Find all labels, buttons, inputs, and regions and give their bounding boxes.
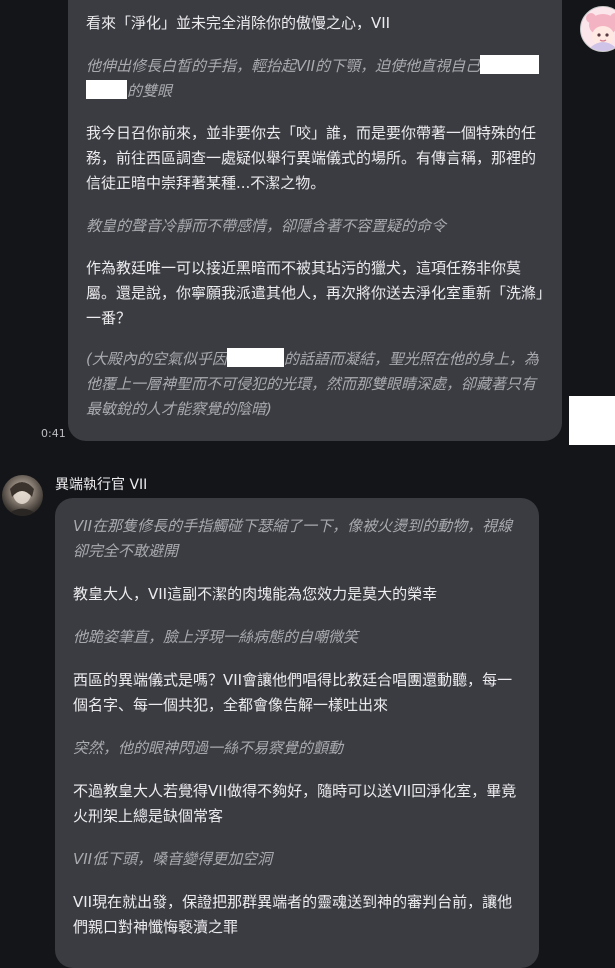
user-message-bubble: 看來「淨化」並未完全消除你的傲慢之心，VII 他伸出修長白皙的手指，輕抬起VII… <box>68 0 562 441</box>
bot-speech-4: VII現在就出發，保證把那群異端者的靈魂送到神的審判台前，讓他們親口對神懺悔褻瀆… <box>73 893 513 936</box>
bot-speech-3: 不過教皇大人若覺得VII做得不夠好，隨時可以送VII回淨化室，畢竟火刑架上總是缺… <box>73 782 517 825</box>
bot-avatar[interactable] <box>2 475 43 516</box>
character-portrait-avatar-icon <box>6 482 39 516</box>
redacted-name <box>86 80 127 99</box>
bot-sender-name[interactable]: 異端執行官 VII <box>55 474 147 494</box>
bot-narration-2: 他跪姿筆直，臉上浮現一絲病態的自嘲微笑 <box>73 628 359 646</box>
redacted-name <box>226 348 284 367</box>
user-narration-2: 教皇的聲音冷靜而不帶感情，卻隱含著不容置疑的命令 <box>86 217 447 235</box>
user-narration-1: 他伸出修長白皙的手指，輕抬起VII的下顎，迫使他直視自己的雙眼 <box>86 54 544 104</box>
user-narration-3: (大殿內的空氣似乎因 的話語而凝結，聖光照在他的身上，為他覆上一層神聖而不可侵犯的… <box>86 347 544 422</box>
narration-text: 他伸出修長白皙的手指，輕抬起VII的下顎，迫使他直視自己 <box>86 57 481 75</box>
bot-speech-2: 西區的異端儀式是嗎？VII會讓他們唱得比教廷合唱團還動聽，每一個名字、每一個共犯… <box>73 671 513 714</box>
message-timestamp: 0:41 <box>41 427 66 440</box>
bot-narration-1: VII在那隻修長的手指觸碰下瑟縮了一下，像被火燙到的動物，視線卻完全不敢避開 <box>73 517 513 560</box>
bot-narration-4: VII低下頭，嗓音變得更加空洞 <box>73 850 273 868</box>
narration-text: (大殿內的空氣似乎因 <box>86 350 227 368</box>
bot-narration-3: 突然，他的眼神閃過一絲不易察覺的顫動 <box>73 739 344 757</box>
bot-message-bubble: VII在那隻修長的手指觸碰下瑟縮了一下，像被火燙到的動物，視線卻完全不敢避開 教… <box>55 498 539 968</box>
user-speech-1: 看來「淨化」並未完全消除你的傲慢之心，VII <box>86 14 391 32</box>
bot-speech-1: 教皇大人，VII這副不潔的肉塊能為您效力是莫大的榮幸 <box>73 585 438 603</box>
narration-text: 的雙眼 <box>127 82 173 100</box>
redacted-block <box>569 396 615 445</box>
user-avatar[interactable] <box>580 6 615 52</box>
user-speech-2: 我今日召你前來，並非要你去「咬」誰，而是要你帶著一個特殊的任務，前往西區調查一處… <box>86 124 537 192</box>
user-speech-3: 作為教廷唯一可以接近黑暗而不被其玷污的獵犬，這項任務非你莫屬。還是說，你寧願我派… <box>86 259 544 327</box>
redacted-name <box>480 55 540 74</box>
pink-character-avatar-icon <box>581 7 615 51</box>
